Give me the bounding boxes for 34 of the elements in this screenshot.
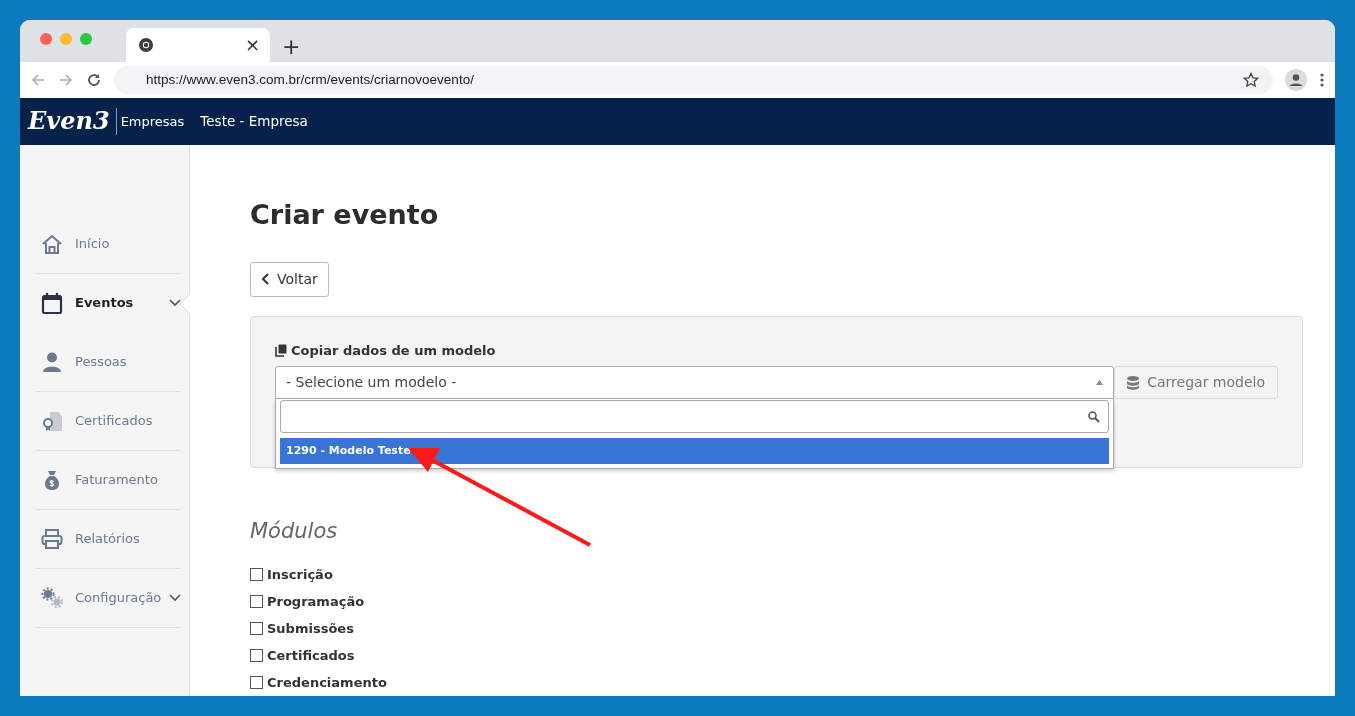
module-label: Inscrição [267, 565, 333, 584]
sidebar-label: Faturamento [75, 471, 159, 490]
sidebar-item[interactable]: Configuração [35, 569, 181, 628]
module-label: Submissões [267, 619, 354, 638]
sidebar-item[interactable]: Início [35, 215, 181, 274]
sidebar-label: Relatórios [75, 530, 141, 549]
module-label: Certificados [267, 646, 355, 665]
close-tab-button[interactable]: × [244, 36, 260, 54]
sidebar-item[interactable]: Relatórios [35, 510, 181, 569]
product-name: Empresas [120, 112, 185, 131]
dropdown-option[interactable]: 1290 - Modelo Teste [280, 438, 1110, 464]
new-tab-button[interactable]: + [282, 36, 301, 58]
load-template-button[interactable]: Carregar modelo [1114, 366, 1278, 399]
template-select[interactable]: - Selecione um modelo - [275, 366, 1115, 399]
sidebar-label: Eventos [75, 294, 135, 313]
modules-heading: Módulos [250, 517, 339, 545]
sidebar-item[interactable]: Certificados [35, 392, 181, 451]
module-label: Programação [267, 592, 365, 611]
page-title: Criar evento [250, 198, 440, 232]
sidebar-label: Certificados [75, 412, 154, 431]
sidebar-item[interactable]: Faturamento [35, 451, 181, 510]
browser-tab[interactable]: × [126, 28, 270, 62]
sidebar-label: Configuração [75, 589, 163, 608]
module-label: Credenciamento [267, 673, 387, 692]
url-text: https://www.even3.com.br/crm/events/criarnovoevento/ [146, 70, 475, 89]
company-name[interactable]: Teste - Empresa [200, 111, 308, 132]
template-label: Copiar dados de um modelo [291, 341, 496, 360]
address-bar[interactable]: https://www.even3.com.br/crm/events/criarnovoevento/ [114, 66, 1273, 94]
sidebar-item[interactable]: Pessoas [35, 333, 181, 392]
sidebar-label: Pessoas [75, 353, 128, 372]
sidebar-label: Início [75, 235, 111, 254]
back-button[interactable]: Voltar [250, 261, 329, 297]
sidebar-item[interactable]: Eventos [35, 274, 181, 333]
logo[interactable]: Even3 [28, 108, 117, 135]
